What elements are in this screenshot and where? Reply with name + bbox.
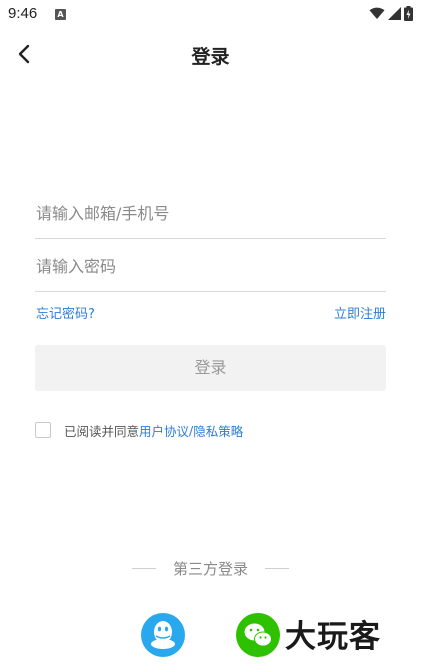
wechat-login-button[interactable]: [236, 613, 280, 657]
third-party-label: 第三方登录: [172, 560, 248, 578]
agreement-prefix: 已阅读并同意: [64, 423, 140, 439]
qq-login-button[interactable]: [141, 613, 185, 657]
password-field-wrapper: [35, 243, 387, 292]
email-input[interactable]: [35, 190, 387, 236]
wechat-icon: [244, 623, 272, 647]
register-link[interactable]: 立即注册: [334, 303, 386, 322]
qq-icon: [151, 621, 175, 649]
battery-icon: [404, 6, 413, 21]
page-title: 登录: [191, 46, 230, 68]
wifi-icon: [369, 7, 385, 19]
user-agreement-link[interactable]: 用户协议: [139, 421, 189, 440]
agreement-row: 已阅读并同意 用户协议 / 隐私策略: [35, 421, 243, 439]
status-icons: [369, 6, 413, 21]
header: 登录: [0, 28, 421, 80]
signal-icon: [388, 7, 401, 20]
password-input[interactable]: [35, 243, 387, 289]
privacy-policy-link[interactable]: 隐私策略: [193, 421, 243, 440]
email-field-wrapper: [35, 190, 387, 239]
notification-icon: A: [55, 9, 66, 20]
divider-line-right: [265, 568, 290, 569]
forgot-password-link[interactable]: 忘记密码?: [36, 303, 95, 322]
status-time: 9:46: [8, 5, 38, 22]
third-party-divider: 第三方登录: [0, 558, 421, 578]
divider-line-left: [131, 568, 156, 569]
login-button[interactable]: 登录: [35, 345, 386, 391]
status-bar: 9:46 A: [0, 0, 421, 28]
agreement-checkbox[interactable]: [35, 422, 51, 438]
watermark-logo: 大玩客: [285, 619, 381, 655]
